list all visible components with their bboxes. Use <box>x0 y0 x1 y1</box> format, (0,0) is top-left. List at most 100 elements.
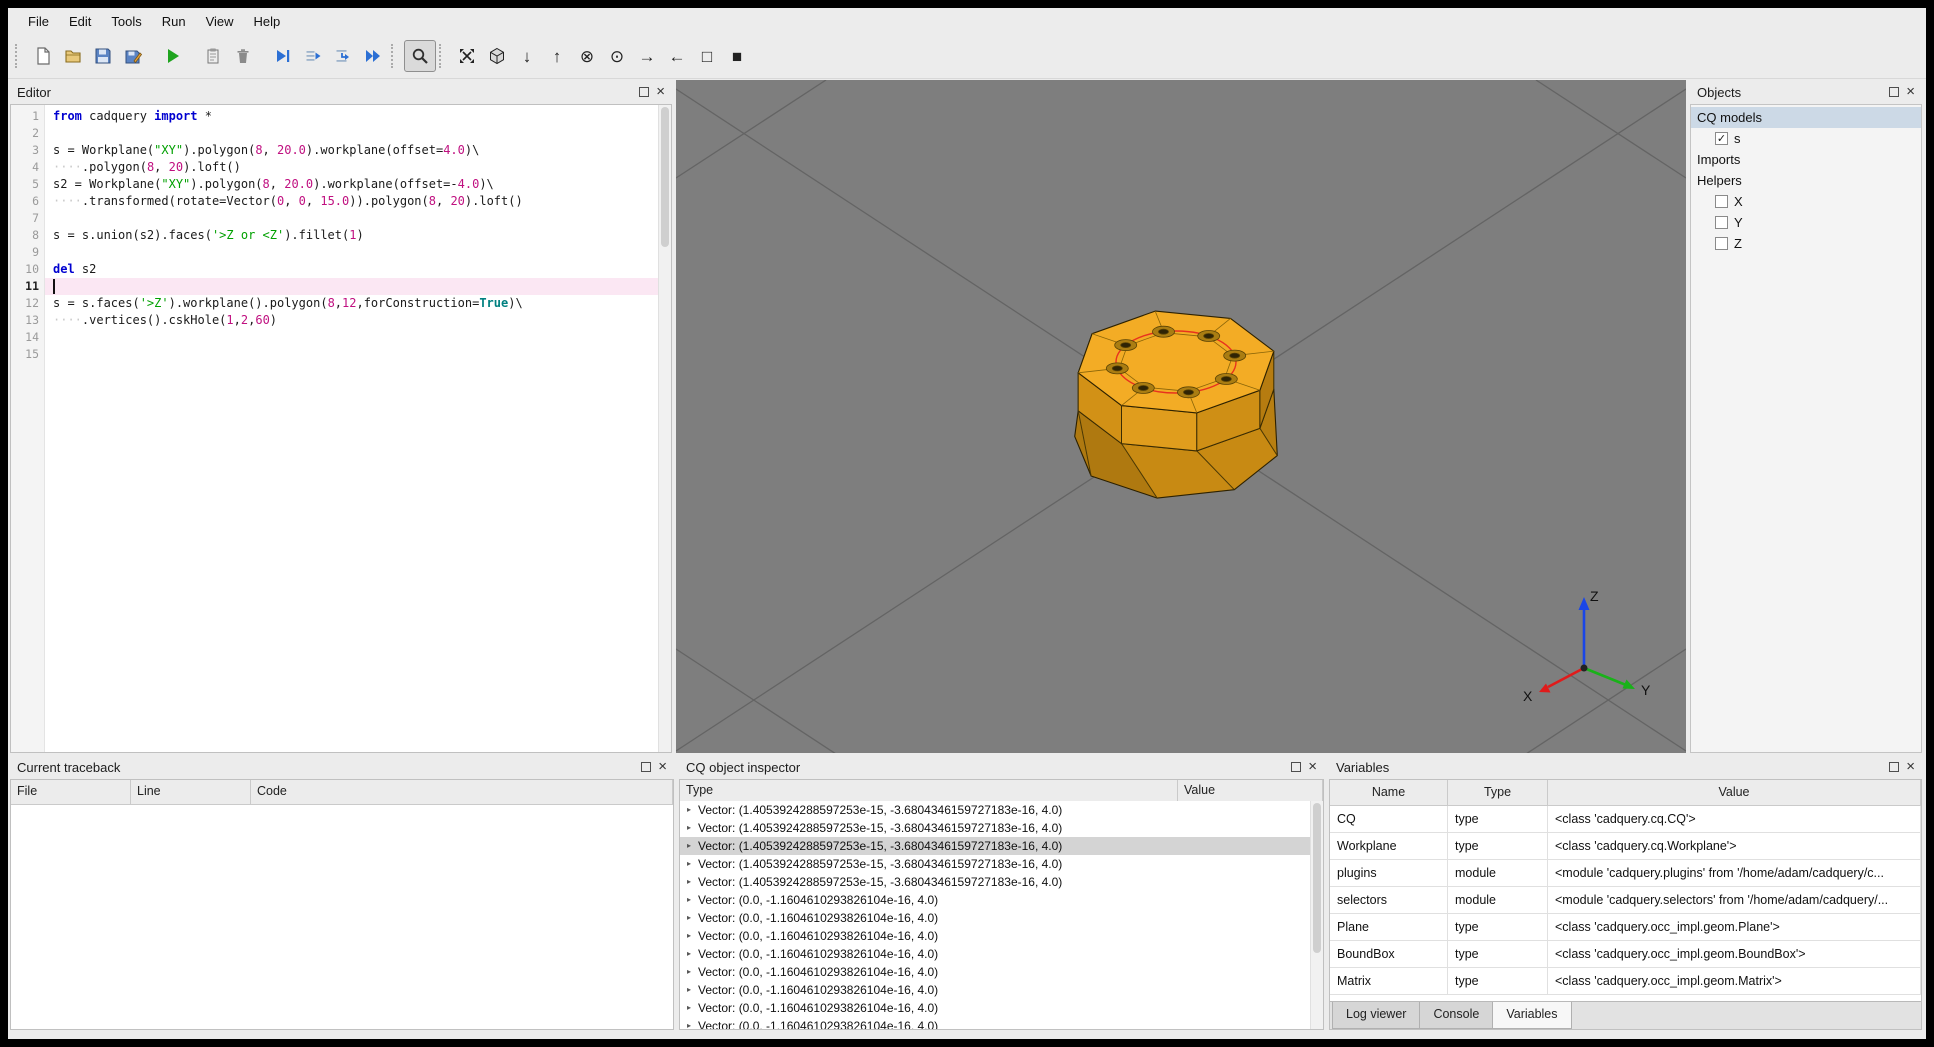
expand-arrow-icon[interactable]: ▸ <box>684 891 694 909</box>
traceback-col-code[interactable]: Code <box>251 780 673 804</box>
expand-arrow-icon[interactable]: ▸ <box>684 927 694 945</box>
close-panel-icon[interactable]: × <box>658 759 667 774</box>
inspector-row[interactable]: ▸ Vector: (1.4053924288597253e-15, -3.680… <box>680 873 1311 891</box>
tree-item-s[interactable]: ✓ s <box>1691 128 1921 149</box>
expand-arrow-icon[interactable]: ▸ <box>684 855 694 873</box>
run-button[interactable] <box>158 41 188 71</box>
float-panel-icon[interactable] <box>1889 762 1900 772</box>
inspector-row[interactable]: ▸ Vector: (0.0, -1.1604610293826104e-16, … <box>680 945 1311 963</box>
close-panel-icon[interactable]: × <box>1906 84 1915 99</box>
viewport-canvas[interactable]: X Y Z <box>675 79 1687 755</box>
iso-view-button[interactable] <box>482 41 512 71</box>
front-view-button[interactable]: ⊗ <box>572 41 602 71</box>
inspector-col-type[interactable]: Type <box>680 780 1178 801</box>
inspector-row[interactable]: ▸ Vector: (0.0, -1.1604610293826104e-16, … <box>680 963 1311 981</box>
expand-arrow-icon[interactable]: ▸ <box>684 873 694 891</box>
inspector-row[interactable]: ▸ Vector: (1.4053924288597253e-15, -3.680… <box>680 801 1311 819</box>
variables-row[interactable]: Matrix type <class 'cadquery.occ_impl.geom… <box>1330 968 1921 995</box>
inspector-row[interactable]: ▸ Vector: (1.4053924288597253e-15, -3.680… <box>680 837 1311 855</box>
inspector-row[interactable]: ▸ Vector: (0.0, -1.1604610293826104e-16, … <box>680 891 1311 909</box>
variables-row[interactable]: selectors module <module 'cadquery.selecto… <box>1330 887 1921 914</box>
tree-item-x[interactable]: X <box>1691 191 1921 212</box>
code-line[interactable]: s = s.union(s2).faces('>Z or <Z').fillet… <box>45 227 658 244</box>
continue-button[interactable] <box>358 41 388 71</box>
toolbar-drag-handle[interactable] <box>15 44 23 68</box>
expand-arrow-icon[interactable]: ▸ <box>684 801 694 819</box>
left-view-button[interactable]: → <box>632 41 662 71</box>
right-view-button[interactable]: ← <box>662 41 692 71</box>
variables-row[interactable]: Plane type <class 'cadquery.occ_impl.geom.… <box>1330 914 1921 941</box>
checkbox-s[interactable]: ✓ <box>1715 132 1728 145</box>
editor-scrollbar-thumb[interactable] <box>661 107 669 247</box>
variables-row[interactable]: CQ type <class 'cadquery.cq.CQ'> <box>1330 806 1921 833</box>
menu-edit[interactable]: Edit <box>59 11 101 32</box>
new-file-button[interactable] <box>28 41 58 71</box>
expand-arrow-icon[interactable]: ▸ <box>684 1017 694 1029</box>
render-button[interactable] <box>198 41 228 71</box>
expand-arrow-icon[interactable]: ▸ <box>684 819 694 837</box>
variables-col-value[interactable]: Value <box>1548 780 1921 805</box>
code-line[interactable]: s = s.faces('>Z').workplane().polygon(8,… <box>45 295 658 312</box>
code-line[interactable]: s = Workplane("XY").polygon(8, 20.0).wor… <box>45 142 658 159</box>
close-panel-icon[interactable]: × <box>1906 759 1915 774</box>
traceback-col-file[interactable]: File <box>11 780 131 804</box>
checkbox-x[interactable] <box>1715 195 1728 208</box>
inspector-row[interactable]: ▸ Vector: (0.0, -1.1604610293826104e-16, … <box>680 927 1311 945</box>
expand-arrow-icon[interactable]: ▸ <box>684 999 694 1017</box>
float-panel-icon[interactable] <box>641 762 652 772</box>
float-panel-icon[interactable] <box>1889 87 1900 97</box>
inspector-scrollbar[interactable] <box>1310 801 1323 1029</box>
checkbox-y[interactable] <box>1715 216 1728 229</box>
tree-item-z[interactable]: Z <box>1691 233 1921 254</box>
code-line[interactable]: del s2 <box>45 261 658 278</box>
variables-col-type[interactable]: Type <box>1448 780 1548 805</box>
expand-arrow-icon[interactable]: ▸ <box>684 837 694 855</box>
close-panel-icon[interactable]: × <box>656 84 665 99</box>
open-file-button[interactable] <box>58 41 88 71</box>
code-line[interactable] <box>45 329 658 346</box>
inspector-row[interactable]: ▸ Vector: (1.4053924288597253e-15, -3.680… <box>680 819 1311 837</box>
debug-button[interactable] <box>268 41 298 71</box>
tab-console[interactable]: Console <box>1419 1002 1494 1029</box>
fit-view-button[interactable] <box>452 41 482 71</box>
code-line[interactable] <box>45 125 658 142</box>
inspector-row[interactable]: ▸ Vector: (0.0, -1.1604610293826104e-16, … <box>680 909 1311 927</box>
expand-arrow-icon[interactable]: ▸ <box>684 963 694 981</box>
inspect-toggle-button[interactable] <box>404 40 436 72</box>
code-line[interactable]: s2 = Workplane("XY").polygon(8, 20.0).wo… <box>45 176 658 193</box>
step-over-button[interactable] <box>298 41 328 71</box>
tree-item-helpers[interactable]: Helpers <box>1691 170 1921 191</box>
bottom-view-button[interactable]: ↑ <box>542 41 572 71</box>
float-panel-icon[interactable] <box>639 87 650 97</box>
toolbar-drag-handle[interactable] <box>439 44 447 68</box>
variables-row[interactable]: plugins module <module 'cadquery.plugins' … <box>1330 860 1921 887</box>
menu-run[interactable]: Run <box>152 11 196 32</box>
save-as-button[interactable] <box>118 41 148 71</box>
inspector-row[interactable]: ▸ Vector: (0.0, -1.1604610293826104e-16, … <box>680 1017 1311 1029</box>
inspector-col-value[interactable]: Value <box>1178 780 1323 801</box>
save-button[interactable] <box>88 41 118 71</box>
editor-code[interactable]: from cadquery import * s = Workplane("XY"… <box>45 105 658 752</box>
wireframe-view-button[interactable]: □ <box>692 41 722 71</box>
menu-help[interactable]: Help <box>244 11 291 32</box>
toolbar-drag-handle[interactable] <box>391 44 399 68</box>
variables-col-name[interactable]: Name <box>1330 780 1448 805</box>
editor-body[interactable]: 1 2 3 4 5 6 7 8 9 10 11 12 13 14 15 from cadquery impo… <box>10 104 672 753</box>
code-line[interactable] <box>45 244 658 261</box>
tree-item-y[interactable]: Y <box>1691 212 1921 233</box>
tree-item-cq-models[interactable]: CQ models <box>1691 107 1921 128</box>
close-panel-icon[interactable]: × <box>1308 759 1317 774</box>
step-into-button[interactable] <box>328 41 358 71</box>
code-line[interactable]: from cadquery import * <box>45 108 658 125</box>
top-view-button[interactable]: ↓ <box>512 41 542 71</box>
checkbox-z[interactable] <box>1715 237 1728 250</box>
editor-scrollbar[interactable] <box>658 105 671 752</box>
code-line[interactable] <box>45 210 658 227</box>
delete-button[interactable] <box>228 41 258 71</box>
shaded-view-button[interactable]: ■ <box>722 41 752 71</box>
menu-view[interactable]: View <box>196 11 244 32</box>
inspector-scrollbar-thumb[interactable] <box>1313 803 1321 953</box>
code-line[interactable] <box>45 346 658 363</box>
back-view-button[interactable]: ⊙ <box>602 41 632 71</box>
code-line[interactable]: ····.vertices().cskHole(1,2,60) <box>45 312 658 329</box>
